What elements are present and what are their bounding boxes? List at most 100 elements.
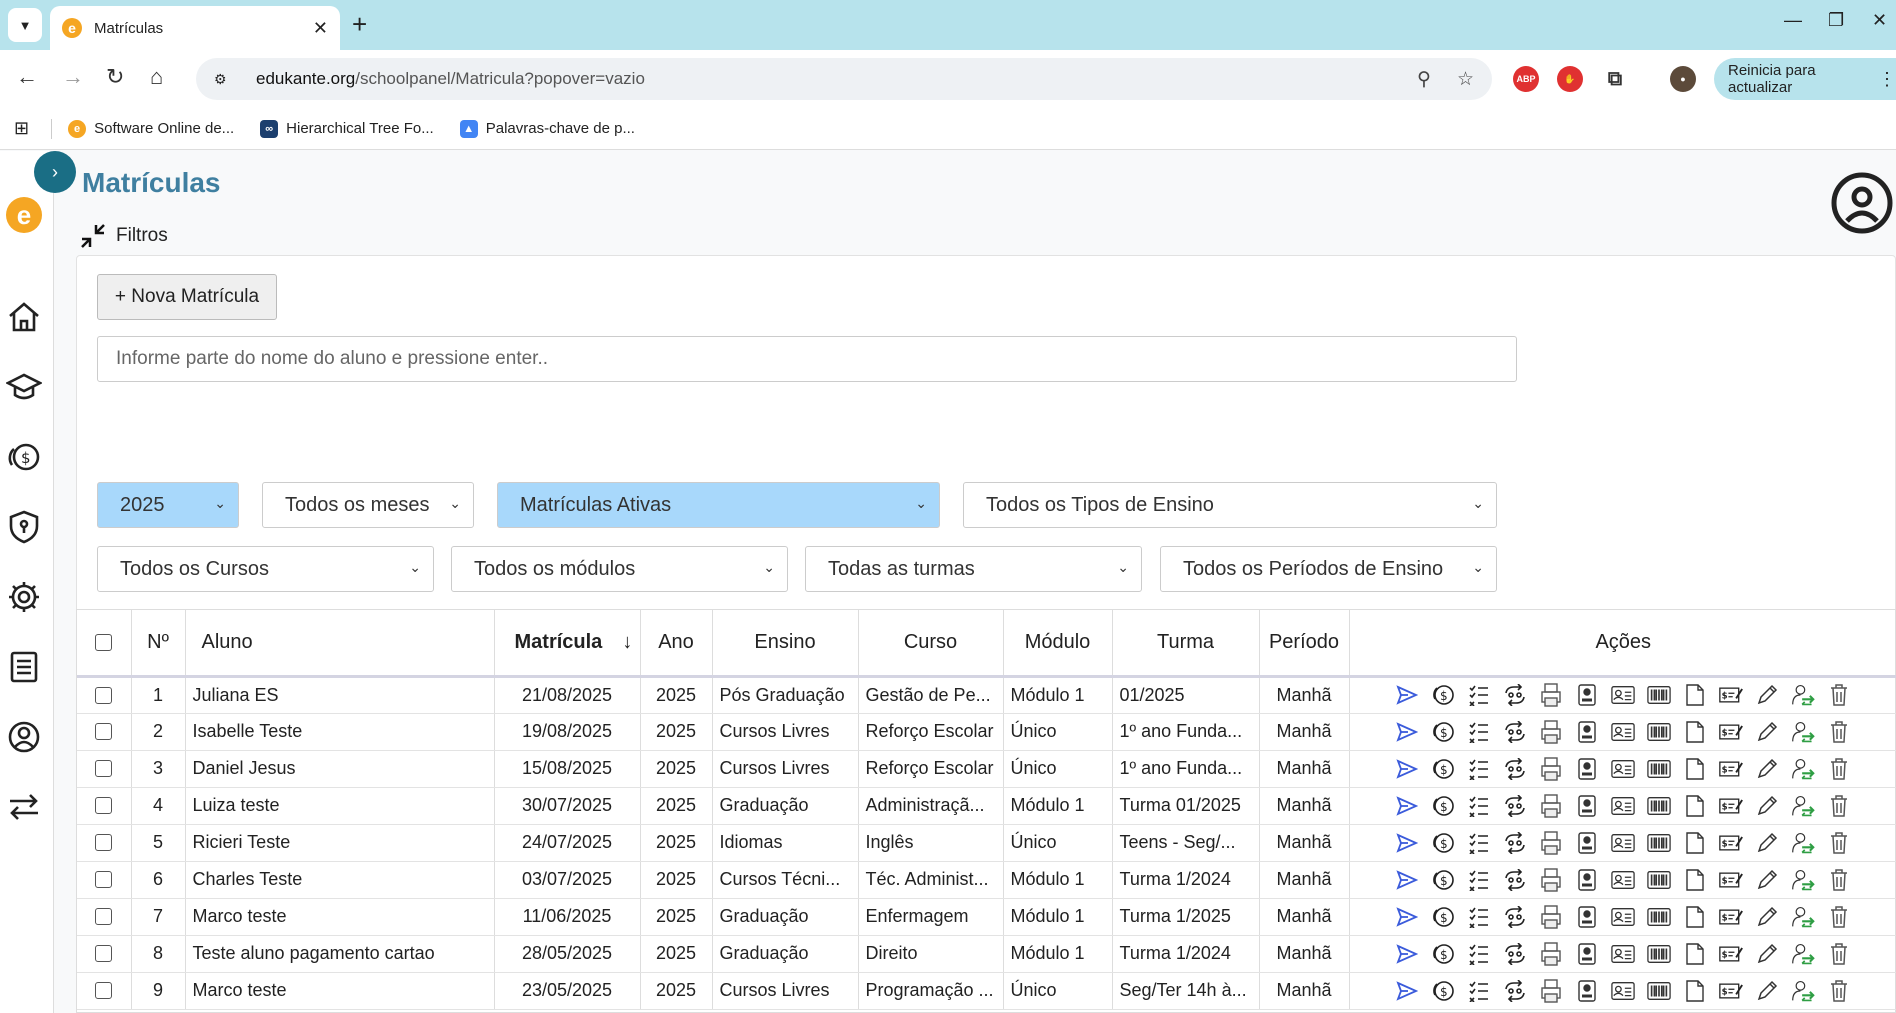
row-checkbox[interactable] xyxy=(95,871,113,888)
document-icon[interactable] xyxy=(1683,905,1707,929)
row-checkbox[interactable] xyxy=(95,760,113,777)
student-search-input[interactable] xyxy=(97,336,1517,382)
checklist-icon[interactable] xyxy=(1467,942,1491,966)
zoom-icon[interactable]: ⚲ xyxy=(1417,68,1431,91)
payment-icon[interactable]: $ xyxy=(1431,942,1455,966)
table-row[interactable]: 9 Marco teste 23/05/2025 2025 Cursos Liv… xyxy=(77,972,1896,1010)
print-icon[interactable] xyxy=(1539,830,1563,855)
table-row[interactable]: 8 Teste aluno pagamento cartao 28/05/202… xyxy=(77,935,1896,973)
period-select[interactable]: Todos os Períodos de Ensino ⌄ xyxy=(1160,546,1497,592)
extensions-icon[interactable]: ⧉ xyxy=(1602,66,1628,92)
payment-icon[interactable]: $ xyxy=(1431,905,1455,929)
finance-icon[interactable]: $ xyxy=(4,437,44,477)
print-icon[interactable] xyxy=(1539,867,1563,892)
checklist-icon[interactable] xyxy=(1467,831,1491,855)
checklist-icon[interactable] xyxy=(1467,794,1491,818)
bookmark-item[interactable]: e Software Online de... xyxy=(68,119,234,138)
module-select[interactable]: Todos os módulos ⌄ xyxy=(451,546,788,592)
header-module[interactable]: Módulo xyxy=(1003,610,1113,678)
print-icon[interactable] xyxy=(1539,756,1563,781)
sidebar-toggle-button[interactable]: › xyxy=(34,151,76,193)
id-card-icon[interactable] xyxy=(1610,979,1635,1003)
send-icon[interactable] xyxy=(1395,979,1419,1003)
invoice-icon[interactable]: $ xyxy=(1718,831,1743,855)
id-card-icon[interactable] xyxy=(1610,720,1635,744)
student-card-icon[interactable] xyxy=(1575,720,1599,744)
barcode-icon[interactable] xyxy=(1646,683,1671,707)
checklist-icon[interactable] xyxy=(1467,720,1491,744)
bookmark-item[interactable]: ▲ Palavras-chave de p... xyxy=(459,119,635,138)
header-class[interactable]: Turma xyxy=(1112,610,1260,678)
home-icon[interactable] xyxy=(4,297,44,337)
barcode-icon[interactable] xyxy=(1646,942,1671,966)
transfer-user-icon[interactable] xyxy=(1791,720,1815,744)
trash-icon[interactable] xyxy=(1827,831,1851,855)
sync-icon[interactable] xyxy=(1503,683,1527,707)
bookmark-star-icon[interactable]: ☆ xyxy=(1457,68,1474,91)
trash-icon[interactable] xyxy=(1827,683,1851,707)
window-close-icon[interactable]: ✕ xyxy=(1872,10,1887,31)
send-icon[interactable] xyxy=(1395,720,1419,744)
browser-tab[interactable]: e Matrículas ✕ xyxy=(50,6,340,50)
document-icon[interactable] xyxy=(1683,757,1707,781)
invoice-icon[interactable]: $ xyxy=(1718,905,1743,929)
id-card-icon[interactable] xyxy=(1610,757,1635,781)
invoice-icon[interactable]: $ xyxy=(1718,757,1743,781)
transfer-user-icon[interactable] xyxy=(1791,905,1815,929)
send-icon[interactable] xyxy=(1395,794,1419,818)
adblock-icon[interactable]: ABP xyxy=(1513,66,1539,92)
checklist-icon[interactable] xyxy=(1467,905,1491,929)
invoice-icon[interactable]: $ xyxy=(1718,683,1743,707)
table-row[interactable]: 4 Luiza teste 30/07/2025 2025 Graduação … xyxy=(77,787,1896,825)
class-select[interactable]: Todas as turmas ⌄ xyxy=(805,546,1142,592)
invoice-icon[interactable]: $ xyxy=(1718,942,1743,966)
trash-icon[interactable] xyxy=(1827,979,1851,1003)
document-icon[interactable] xyxy=(1683,683,1707,707)
print-icon[interactable] xyxy=(1539,941,1563,966)
trash-icon[interactable] xyxy=(1827,757,1851,781)
new-tab-icon[interactable]: + xyxy=(352,10,367,38)
sort-down-icon[interactable]: ↓ xyxy=(622,631,632,653)
teaching-type-select[interactable]: Todos os Tipos de Ensino ⌄ xyxy=(963,482,1497,528)
select-all-checkbox[interactable] xyxy=(95,633,113,651)
barcode-icon[interactable] xyxy=(1646,868,1671,892)
edukante-logo[interactable]: e xyxy=(6,197,42,233)
row-checkbox[interactable] xyxy=(95,723,113,740)
forward-icon[interactable]: → xyxy=(62,64,84,90)
send-icon[interactable] xyxy=(1395,683,1419,707)
transfer-user-icon[interactable] xyxy=(1791,757,1815,781)
id-card-icon[interactable] xyxy=(1610,831,1635,855)
student-card-icon[interactable] xyxy=(1575,831,1599,855)
header-enrollment-date[interactable]: Matrícula ↓ xyxy=(494,610,641,678)
payment-icon[interactable]: $ xyxy=(1431,831,1455,855)
print-icon[interactable] xyxy=(1539,904,1563,929)
user-circle-icon[interactable] xyxy=(4,717,44,757)
payment-icon[interactable]: $ xyxy=(1431,757,1455,781)
trash-icon[interactable] xyxy=(1827,942,1851,966)
year-select[interactable]: 2025 ⌄ xyxy=(97,482,239,528)
user-profile-icon[interactable] xyxy=(1830,171,1894,235)
header-student[interactable]: Aluno xyxy=(185,610,495,678)
header-period[interactable]: Período xyxy=(1259,610,1350,678)
apps-grid-icon[interactable]: ⊞ xyxy=(14,118,29,139)
barcode-icon[interactable] xyxy=(1646,794,1671,818)
student-card-icon[interactable] xyxy=(1575,905,1599,929)
document-icon[interactable] xyxy=(1683,794,1707,818)
transfer-user-icon[interactable] xyxy=(1791,794,1815,818)
transfer-user-icon[interactable] xyxy=(1791,942,1815,966)
send-icon[interactable] xyxy=(1395,942,1419,966)
shield-icon[interactable] xyxy=(4,507,44,547)
document-icon[interactable] xyxy=(1683,979,1707,1003)
edit-icon[interactable] xyxy=(1755,905,1779,929)
table-row[interactable]: 5 Ricieri Teste 24/07/2025 2025 Idiomas … xyxy=(77,824,1896,862)
payment-icon[interactable]: $ xyxy=(1431,868,1455,892)
payment-icon[interactable]: $ xyxy=(1431,683,1455,707)
home-icon[interactable]: ⌂ xyxy=(150,64,163,90)
payment-icon[interactable]: $ xyxy=(1431,720,1455,744)
print-icon[interactable] xyxy=(1539,793,1563,818)
gear-icon[interactable] xyxy=(4,577,44,617)
edit-icon[interactable] xyxy=(1755,794,1779,818)
print-icon[interactable] xyxy=(1539,978,1563,1003)
graduation-cap-icon[interactable] xyxy=(4,367,44,407)
sync-icon[interactable] xyxy=(1503,905,1527,929)
